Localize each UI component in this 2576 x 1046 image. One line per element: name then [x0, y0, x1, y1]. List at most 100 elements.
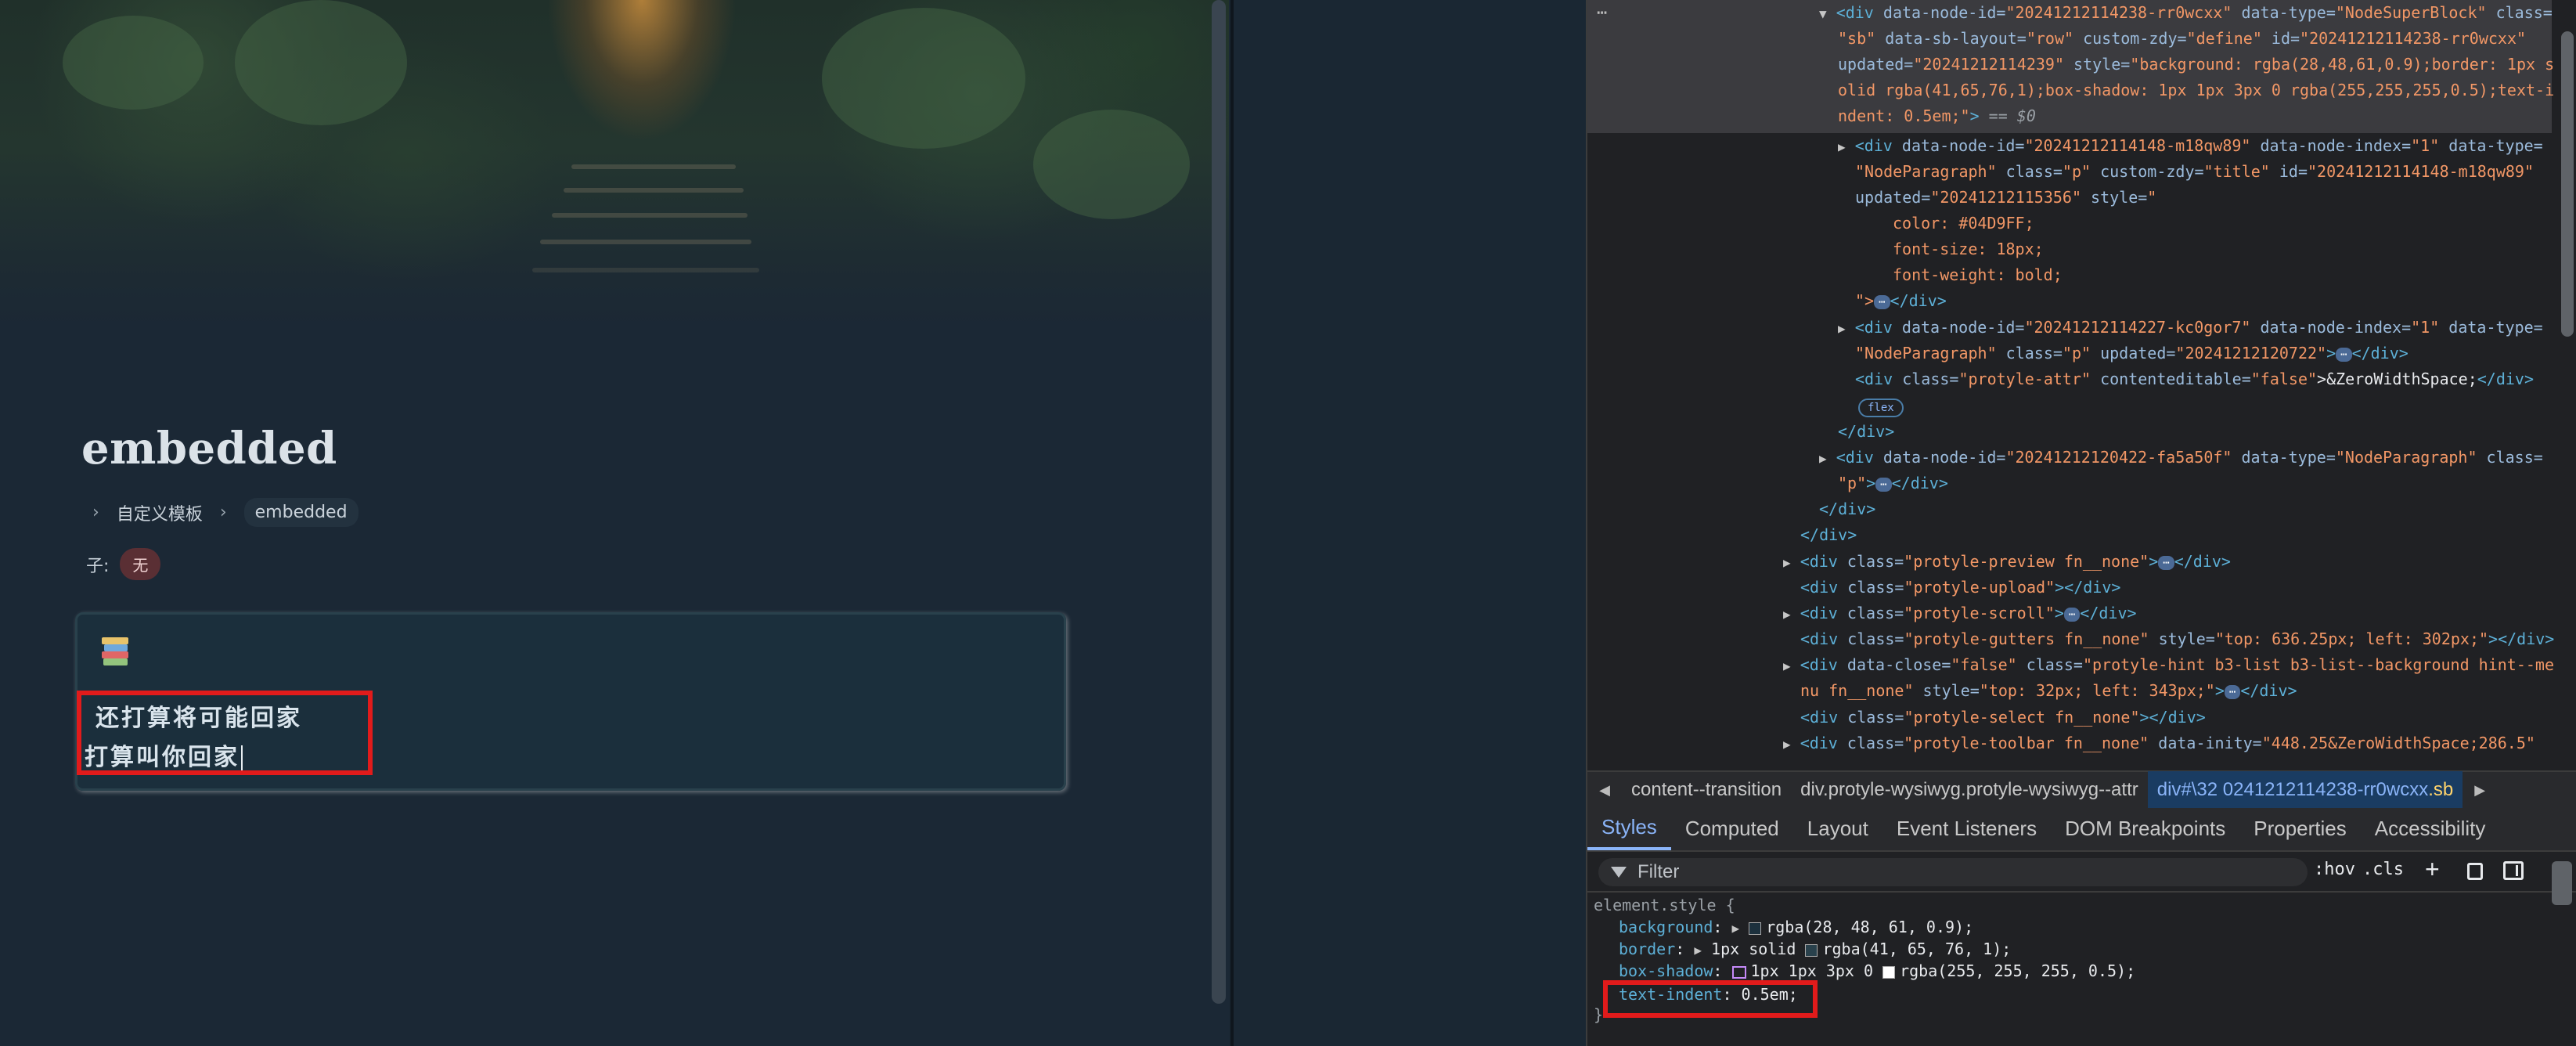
style-declaration[interactable]: box-shadow: 1px 1px 3px 0 rgba(255, 255,… [1619, 960, 2135, 982]
highlight-box [1603, 980, 1818, 1018]
attr-value: "top: 636.25px; left: 302px;" [2214, 629, 2489, 648]
scroll-right-icon[interactable]: ▶ [2463, 771, 2497, 809]
style-declaration[interactable]: border: ▶ 1px solid rgba(41, 65, 76, 1); [1619, 938, 2011, 961]
tab-styles[interactable]: Styles [1587, 806, 1671, 850]
tab-computed[interactable]: Computed [1671, 806, 1793, 850]
dom-line[interactable]: <div class="protyle-select fn__none"></d… [1800, 705, 2206, 730]
style-prop-value: rgba(255, 255, 255, 0.5); [1900, 961, 2136, 980]
expand-triangle-icon[interactable]: ▶ [1838, 139, 1846, 154]
dom-crumb[interactable]: div.protyle-wysiwyg.protyle-wysiwyg--att… [1791, 779, 2148, 801]
dom-line[interactable]: nu fn__none" style="top: 32px; left: 343… [1800, 678, 2297, 704]
dom-line[interactable]: </div> [1819, 496, 1875, 522]
dom-line[interactable]: font-weight: bold; [1893, 262, 2063, 288]
ellipsis-button[interactable]: ⋯ [2063, 607, 2081, 622]
dom-line[interactable]: ▶ <div data-node-id="20241212114227-kc0g… [1838, 315, 2543, 341]
dom-line[interactable]: color: #04D9FF; [1893, 211, 2034, 236]
children-badge[interactable]: 无 [120, 548, 161, 580]
document-title[interactable]: embedded [81, 423, 337, 474]
dom-line[interactable]: ▶ <div data-close="false" class="protyle… [1783, 652, 2554, 679]
dom-line[interactable]: updated="20241212115356" style=" [1855, 185, 2156, 211]
ellipsis-button[interactable]: ⋯ [2158, 555, 2174, 570]
scroll-left-icon[interactable]: ◀ [1587, 771, 1622, 809]
tab-event-listeners[interactable]: Event Listeners [1882, 806, 2051, 850]
dom-line[interactable]: font-size: 18px; [1893, 236, 2044, 262]
ellipsis-button[interactable]: ⋯ [1874, 294, 1890, 309]
more-icon[interactable]: ⋯ [1597, 3, 1607, 23]
ellipsis-button[interactable]: ⋯ [2224, 684, 2241, 699]
dom-line[interactable]: flex [1858, 393, 1904, 419]
tag-text: ></div> [2139, 708, 2206, 727]
new-style-rule-button[interactable]: + [2425, 855, 2440, 884]
dom-line[interactable]: "NodeParagraph" class="p" updated="20241… [1855, 341, 2408, 366]
ellipsis-button[interactable]: ⋯ [2336, 347, 2352, 362]
dom-line[interactable]: <div class="protyle-gutters fn__none" st… [1800, 626, 2554, 652]
dom-line[interactable]: "NodeParagraph" class="p" custom-zdy="ti… [1855, 159, 2534, 185]
expand-triangle-icon[interactable]: ▶ [1783, 607, 1791, 622]
style-selector[interactable]: element.style { [1594, 894, 1735, 916]
tab-accessibility[interactable]: Accessibility [2361, 806, 2500, 850]
dom-line[interactable]: ▶ <div class="protyle-scroll"> ⋯ </div> [1783, 601, 2137, 627]
toggle-sidebar-icon[interactable] [2503, 861, 2524, 880]
expand-triangle-icon[interactable]: ▶ [1783, 555, 1791, 570]
style-prop-name: background [1619, 918, 1713, 936]
ellipsis-button[interactable]: ⋯ [1875, 477, 1892, 492]
dom-line[interactable]: ▶ <div data-node-id="20241212120422-fa5a… [1819, 445, 2543, 471]
dom-line[interactable]: "> ⋯ </div> [1855, 288, 1947, 314]
stair-step [540, 240, 751, 244]
expand-triangle-icon[interactable]: ▶ [1732, 921, 1740, 936]
dom-line[interactable]: "p"> ⋯ </div> [1838, 471, 1948, 496]
dom-line[interactable]: </div> [1838, 419, 1894, 445]
elements-tree[interactable]: ⋯ ▼ <div data-node-id="20241212114238-rr… [1587, 0, 2576, 770]
class-toggle-button[interactable]: .cls [2362, 860, 2404, 879]
attr-name: updated= [1838, 55, 1914, 74]
shadow-editor-icon[interactable] [1731, 965, 1746, 979]
attr-value: ndent: 0.5em;" [1838, 106, 1970, 125]
color-swatch[interactable] [1805, 943, 1818, 957]
dom-crumb-active[interactable]: div#\32 0241212114238-rr0wcxx .sb [2147, 771, 2463, 809]
tag-text: <div [1800, 655, 1847, 674]
attr-name: class= [1846, 552, 1904, 571]
tab-properties[interactable]: Properties [2239, 806, 2361, 850]
dom-line[interactable]: updated="20241212114239" style="backgrou… [1838, 52, 2554, 78]
dom-line[interactable]: "sb" data-sb-layout="row" custom-zdy="de… [1838, 26, 2526, 52]
breadcrumb-item-current[interactable]: embedded [243, 498, 358, 527]
editor-scrollbar[interactable] [1212, 0, 1226, 1004]
dom-line[interactable]: </div> [1800, 522, 1857, 548]
expand-triangle-icon[interactable]: ▶ [1783, 737, 1791, 752]
expand-triangle-icon[interactable]: ▶ [1819, 451, 1827, 466]
elements-scrollbar-thumb[interactable] [2561, 31, 2574, 337]
books-icon[interactable] [102, 637, 128, 665]
dom-line[interactable]: olid rgba(41,65,76,1);box-shadow: 1px 1p… [1838, 78, 2554, 103]
expand-triangle-icon[interactable]: ▶ [1838, 321, 1846, 336]
flex-badge[interactable]: flex [1858, 399, 1904, 417]
empty-area [1229, 0, 1586, 1046]
style-declaration[interactable]: background: ▶ rgba(28, 48, 61, 0.9); [1619, 916, 1973, 940]
tab-layout[interactable]: Layout [1793, 806, 1882, 850]
rendering-emulation-icon[interactable] [2467, 863, 2483, 880]
attr-value: "NodeParagraph" [2335, 448, 2477, 467]
attr-value: "> [1855, 291, 1875, 310]
dom-line[interactable]: ▼ <div data-node-id="20241212114238-rr0w… [1819, 0, 2553, 27]
color-swatch[interactable] [1749, 922, 1762, 935]
pane-divider[interactable] [1230, 0, 1234, 1046]
dom-line[interactable]: ndent: 0.5em;"> == $0 [1838, 103, 2036, 129]
tag-text: </div> [2174, 552, 2231, 571]
dom-line[interactable]: <div class="protyle-attr" contenteditabl… [1855, 366, 2534, 392]
dom-line[interactable]: ▶ <div class="protyle-preview fn__none">… [1783, 549, 2231, 575]
expand-triangle-icon[interactable]: ▼ [1819, 6, 1827, 21]
attr-value: " [2147, 188, 2157, 207]
dom-line[interactable]: ▶ <div data-node-id="20241212114148-m18q… [1838, 133, 2543, 160]
color-swatch[interactable] [1882, 965, 1896, 979]
dom-crumb[interactable]: content--transition [1622, 779, 1791, 801]
tab-dom-breakpoints[interactable]: DOM Breakpoints [2051, 806, 2239, 850]
styles-scrollbar[interactable] [2552, 861, 2572, 905]
dom-line[interactable]: ▶ <div class="protyle-toolbar fn__none" … [1783, 730, 2535, 757]
dom-line[interactable]: <div class="protyle-upload"></div> [1800, 575, 2120, 601]
attr-name: class= [1846, 604, 1904, 622]
breadcrumb-item[interactable]: 自定义模板 [117, 500, 203, 525]
expand-triangle-icon[interactable]: ▶ [1694, 943, 1702, 958]
filter-input[interactable]: Filter [1598, 858, 2308, 886]
expand-triangle-icon[interactable]: ▶ [1783, 658, 1791, 673]
tag-text: <div [1855, 370, 1903, 388]
hover-state-button[interactable]: :hov [2314, 860, 2355, 879]
